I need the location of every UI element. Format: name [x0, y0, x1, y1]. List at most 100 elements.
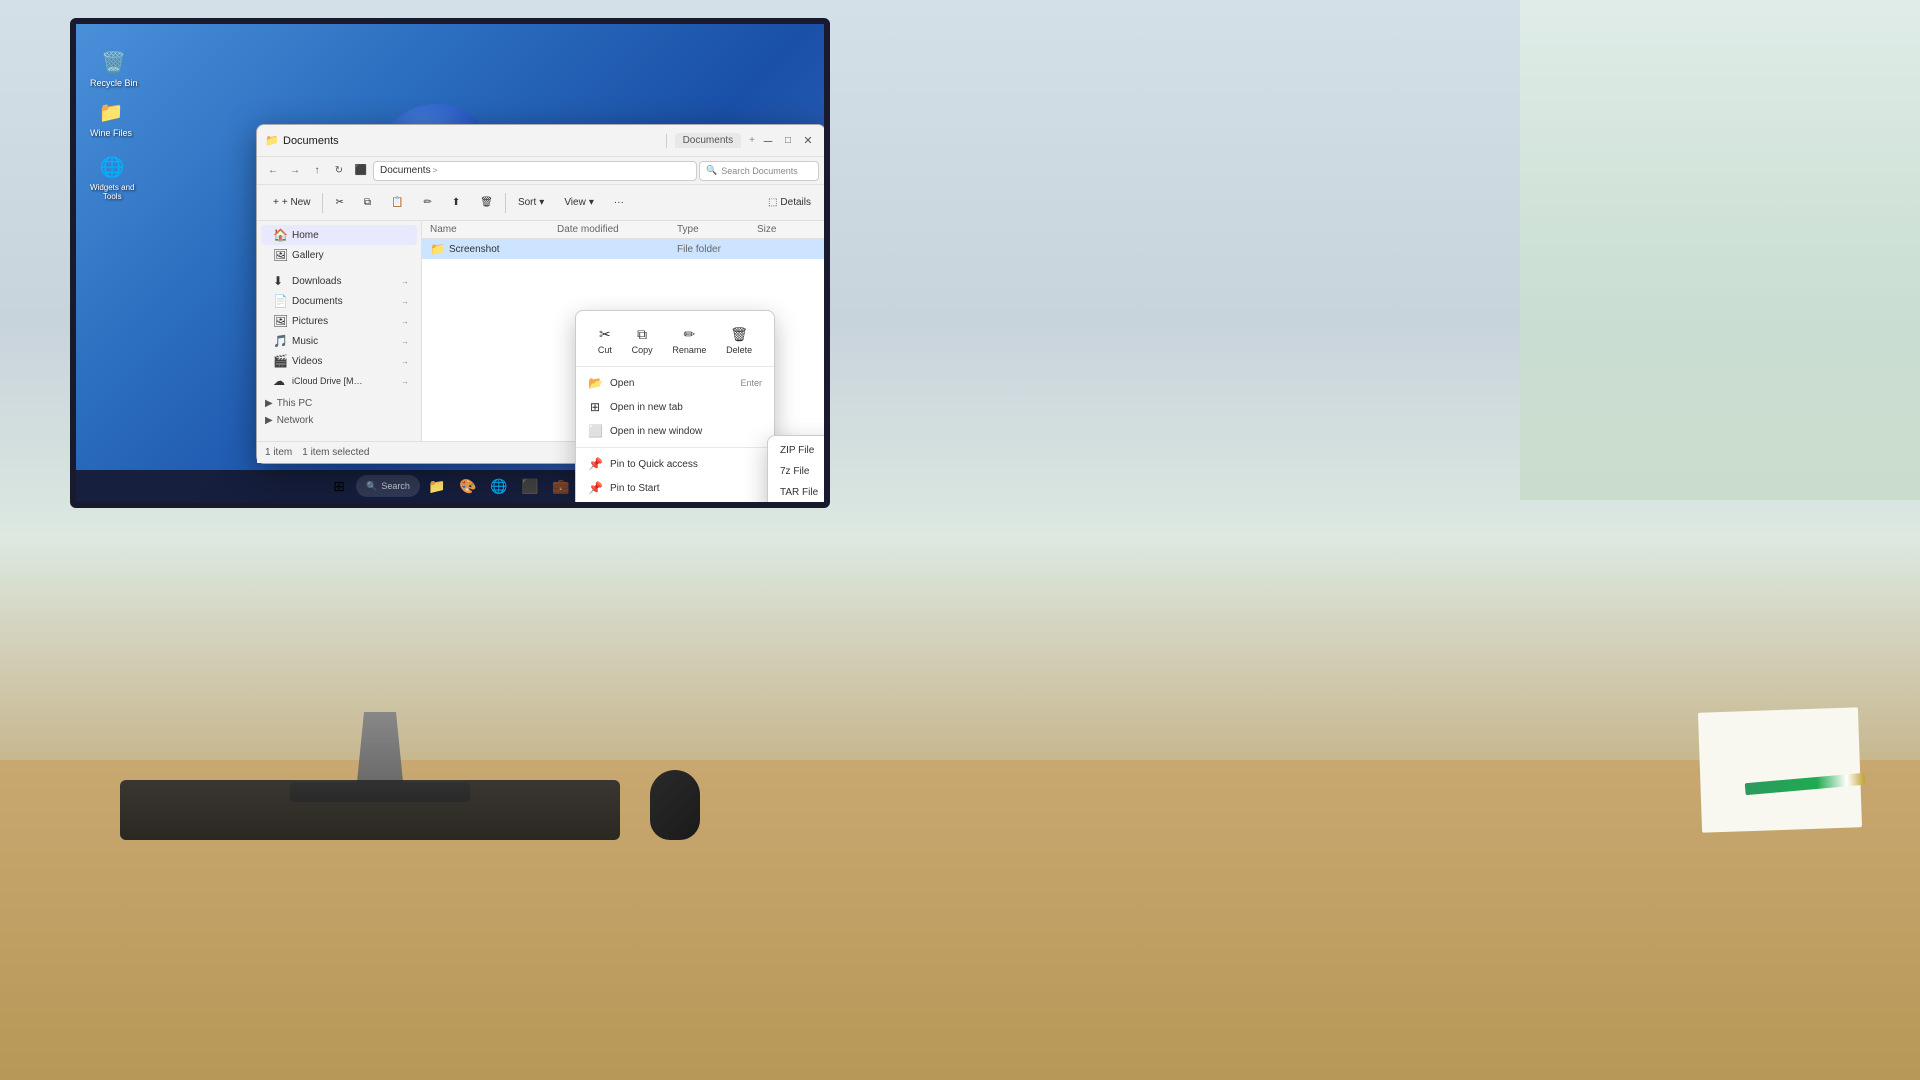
window-tab[interactable]: Documents [675, 133, 742, 148]
taskbar-terminal[interactable]: ⬛ [516, 472, 544, 500]
pictures-icon: 🖼 [273, 314, 287, 328]
file-list-header: Name Date modified Type Size [422, 221, 825, 239]
taskbar-paint-icon: 🎨 [459, 478, 476, 495]
new-icon: + [273, 197, 279, 208]
toolbar-separator-2 [505, 193, 506, 213]
new-label: + New [282, 197, 311, 208]
delete-button[interactable]: 🗑 [472, 194, 501, 211]
submenu-zip[interactable]: ZIP File [768, 440, 830, 461]
window-title: Documents [283, 135, 658, 147]
search-text: Search [381, 481, 410, 491]
ctx-pin-start[interactable]: 📌 Pin to Start [576, 476, 774, 500]
sort-arrow-icon: ▾ [539, 197, 544, 208]
compress-submenu: ZIP File 7z File TAR File Additional opt… [767, 435, 830, 508]
ctx-open[interactable]: 📂 Open Enter [576, 371, 774, 395]
start-button[interactable]: ⊞ [325, 472, 353, 500]
search-bar[interactable]: 🔍 Search Documents [699, 161, 819, 181]
7z-label: 7z File [780, 466, 809, 477]
back-button[interactable]: ← [263, 161, 283, 181]
downloads-icon: ⬇ [273, 274, 287, 288]
taskbar-edge[interactable]: 🌐 [485, 472, 513, 500]
gallery-icon: 🖼 [273, 248, 287, 262]
ctx-open-icon: 📂 [588, 376, 602, 390]
rename-button[interactable]: ✏ [415, 194, 439, 211]
ctx-copy-button[interactable]: ⧉ Copy [626, 323, 659, 358]
sort-button[interactable]: Sort ▾ [510, 194, 552, 211]
edge-desktop-icon[interactable]: 🌐 Widgets andTools [86, 149, 138, 205]
selected-count: 1 item selected [302, 447, 369, 458]
file-type: File folder [677, 244, 757, 255]
taskbar-paint[interactable]: 🎨 [454, 472, 482, 500]
copy-button[interactable]: ⧉ [356, 194, 379, 211]
paste-icon: 📋 [391, 197, 403, 208]
sidebar-item-videos[interactable]: 🎬 Videos → [261, 351, 417, 371]
view-button[interactable]: View ▾ [556, 194, 602, 211]
ctx-cut-label: Cut [598, 345, 612, 355]
more-button[interactable]: ··· [606, 194, 632, 211]
ctx-cut-button[interactable]: ✂ Cut [592, 323, 618, 358]
sidebar-item-documents[interactable]: 📄 Documents → [261, 291, 417, 311]
copy-icon: ⧉ [364, 197, 371, 208]
this-pc-label: This PC [277, 398, 313, 409]
ctx-open-new-tab[interactable]: ⊞ Open in new tab [576, 395, 774, 419]
submenu-additional[interactable]: Additional options [768, 503, 830, 508]
file-name-screenshot: 📁 Screenshot [430, 242, 557, 256]
sidebar-item-pictures[interactable]: 🖼 Pictures → [261, 311, 417, 331]
recycle-bin-icon[interactable]: 🗑️ Recycle Bin [86, 44, 142, 92]
home-icon: 🏠 [273, 228, 287, 242]
up-button[interactable]: ↑ [307, 161, 327, 181]
submenu-7z[interactable]: 7z File [768, 461, 830, 482]
cut-icon: ✂ [335, 197, 343, 208]
maximize-button[interactable]: □ [779, 132, 797, 150]
details-label: Details [780, 197, 811, 208]
column-date: Date modified [557, 224, 677, 235]
search-button[interactable]: 🔍 Search [356, 475, 420, 497]
forward-button[interactable]: → [285, 161, 305, 181]
file-row-screenshot[interactable]: 📁 Screenshot File folder [422, 239, 825, 259]
window-controls: ─ □ ✕ [759, 132, 817, 150]
paste-button[interactable]: 📋 [383, 194, 411, 211]
explorer-icon: 📁 [265, 134, 279, 148]
file-explorer-window: 📁 Documents Documents + ─ □ ✕ ← → ↑ ↻ ⬛ [256, 124, 826, 464]
share-button[interactable]: ⬆ [444, 194, 468, 211]
cut-button[interactable]: ✂ [327, 194, 351, 211]
column-name: Name [430, 224, 557, 235]
view-toggle-btn[interactable]: ⬛ [351, 161, 371, 181]
refresh-button[interactable]: ↻ [329, 161, 349, 181]
ctx-pin-quick[interactable]: 📌 Pin to Quick access [576, 452, 774, 476]
zip-label: ZIP File [780, 445, 814, 456]
videos-icon: 🎬 [273, 354, 287, 368]
sidebar-item-downloads[interactable]: ⬇ Downloads → [261, 271, 417, 291]
new-tab-btn[interactable]: + [749, 135, 755, 146]
close-button[interactable]: ✕ [799, 132, 817, 150]
sidebar-item-music[interactable]: 🎵 Music → [261, 331, 417, 351]
sidebar-item-home[interactable]: 🏠 Home [261, 225, 417, 245]
search-icon: 🔍 [706, 165, 717, 176]
wine-files-icon[interactable]: 📁 Wine Files [86, 94, 136, 142]
network-arrow: ▶ [265, 415, 273, 426]
window-area [1520, 0, 1920, 500]
column-type: Type [677, 224, 757, 235]
taskbar-files[interactable]: 📁 [423, 472, 451, 500]
music-label: Music [292, 336, 318, 347]
taskbar-terminal-icon: ⬛ [521, 478, 538, 495]
file-name-text: Screenshot [449, 244, 500, 255]
details-button[interactable]: ⬚ Details [762, 194, 817, 211]
taskbar-teams[interactable]: 💼 [547, 472, 575, 500]
ctx-delete-button[interactable]: 🗑 Delete [720, 323, 758, 358]
ctx-rename-button[interactable]: ✏ Rename [666, 323, 712, 358]
ctx-open-new-window[interactable]: ⬜ Open in new window [576, 419, 774, 443]
sidebar-item-icloud[interactable]: ☁ iCloud Drive [M… → [261, 371, 417, 391]
ctx-copy-label: Copy [632, 345, 653, 355]
music-icon: 🎵 [273, 334, 287, 348]
search-placeholder: Search Documents [721, 166, 798, 176]
new-button[interactable]: + + New [265, 194, 318, 211]
network-section[interactable]: ▶ Network [257, 412, 421, 429]
breadcrumb-bar[interactable]: Documents > [373, 161, 697, 181]
breadcrumb-item: Documents [380, 165, 431, 176]
sidebar-item-gallery[interactable]: 🖼 Gallery [261, 245, 417, 265]
sidebar: 🏠 Home 🖼 Gallery ⬇ Downloads → 📄 [257, 221, 422, 441]
this-pc-section[interactable]: ▶ This PC [257, 395, 421, 412]
submenu-tar[interactable]: TAR File [768, 482, 830, 503]
minimize-button[interactable]: ─ [759, 132, 777, 150]
